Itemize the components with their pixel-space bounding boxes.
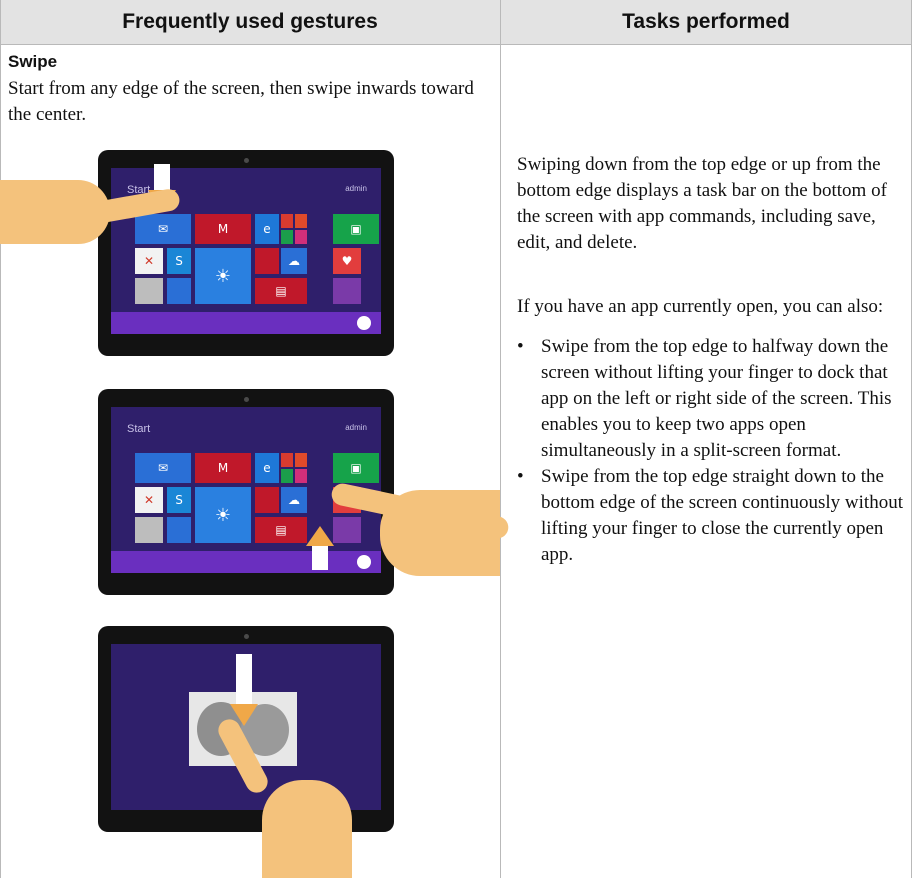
user-label: admin [345, 184, 367, 193]
windows-logo-icon [357, 555, 371, 569]
app-tile-icon [333, 517, 361, 543]
table-header: Frequently used gestures Tasks performed [0, 0, 912, 44]
taskbar [111, 312, 381, 334]
weather-tile-icon: ☀ [195, 248, 251, 304]
reading-tile-icon: ▤ [255, 278, 307, 304]
store-tile-icon: ▣ [333, 214, 379, 244]
tablet-illustration-swipe-down: Start admin ✉ M e ▣ ✕ S ☀ ☁ ♥ ▤ [98, 150, 394, 356]
skype-tile-icon: S [167, 248, 191, 274]
gesture-name: Swipe [8, 52, 58, 71]
arrow-stem-up [312, 546, 328, 570]
gesture-description: Start from any edge of the screen, then … [8, 78, 474, 125]
health-tile-icon: ♥ [333, 248, 361, 274]
games-tile-icon [281, 469, 293, 483]
bullet-text: Swipe from the top edge straight down to… [541, 466, 903, 565]
photo-tile-icon [135, 517, 163, 543]
skype-tile-icon: S [167, 487, 191, 513]
ie-tile-icon: e [255, 453, 279, 483]
hand-icon [262, 780, 352, 878]
people-tile-icon: ✕ [135, 487, 163, 513]
bullet-symbol: • [517, 336, 524, 357]
app-tile-icon [333, 278, 361, 304]
onedrive-tile-icon: ☁ [281, 487, 307, 513]
camera-icon [244, 158, 249, 163]
mail-tile-icon: ✉ [135, 453, 191, 483]
music-tile-icon [295, 453, 307, 467]
arrow-stem-down [236, 654, 252, 704]
header-tasks: Tasks performed [622, 10, 790, 33]
video-tile-icon [295, 469, 307, 483]
store-tile-icon: ▣ [333, 453, 379, 483]
header-gestures: Frequently used gestures [122, 10, 378, 33]
hand-icon [380, 490, 500, 576]
mail-tile-icon: ✉ [135, 214, 191, 244]
arrow-up-icon [306, 526, 334, 546]
taskbar [111, 551, 381, 573]
camera-icon [244, 634, 249, 639]
mcafee-tile-icon: M [195, 453, 251, 483]
table-border-left [0, 0, 1, 878]
task-bullet-list: • Swipe from the top edge to halfway down… [517, 334, 907, 568]
music-tile-icon [295, 214, 307, 228]
arrow-stem-down [154, 164, 170, 190]
video-tile-icon [295, 230, 307, 244]
list-item: • Swipe from the top edge to halfway down… [517, 334, 907, 464]
start-screen-title: Start [127, 423, 151, 435]
task-app-open-text: If you have an app currently open, you c… [517, 296, 884, 317]
list-item: • Swipe from the top edge straight down t… [517, 464, 907, 568]
onedrive-tile-icon: ☁ [281, 248, 307, 274]
task-intro-text: Swiping down from the top edge or up fro… [517, 154, 887, 253]
camera-icon [244, 397, 249, 402]
news-tile-icon [255, 487, 279, 513]
desktop-tile-icon [167, 278, 191, 304]
ie-tile-icon: e [255, 214, 279, 244]
reading-tile-icon: ▤ [255, 517, 307, 543]
user-label: admin [345, 423, 367, 432]
column-divider [500, 0, 501, 878]
small-tile-icon [281, 453, 293, 467]
mcafee-tile-icon: M [195, 214, 251, 244]
bullet-symbol: • [517, 466, 524, 487]
news-tile-icon [255, 248, 279, 274]
people-tile-icon: ✕ [135, 248, 163, 274]
games-tile-icon [281, 230, 293, 244]
weather-tile-icon: ☀ [195, 487, 251, 543]
header-divider [0, 44, 912, 45]
desktop-tile-icon [167, 517, 191, 543]
bullet-text: Swipe from the top edge to halfway down … [541, 336, 892, 461]
windows-logo-icon [357, 316, 371, 330]
photo-tile-icon [135, 278, 163, 304]
small-tile-icon [281, 214, 293, 228]
